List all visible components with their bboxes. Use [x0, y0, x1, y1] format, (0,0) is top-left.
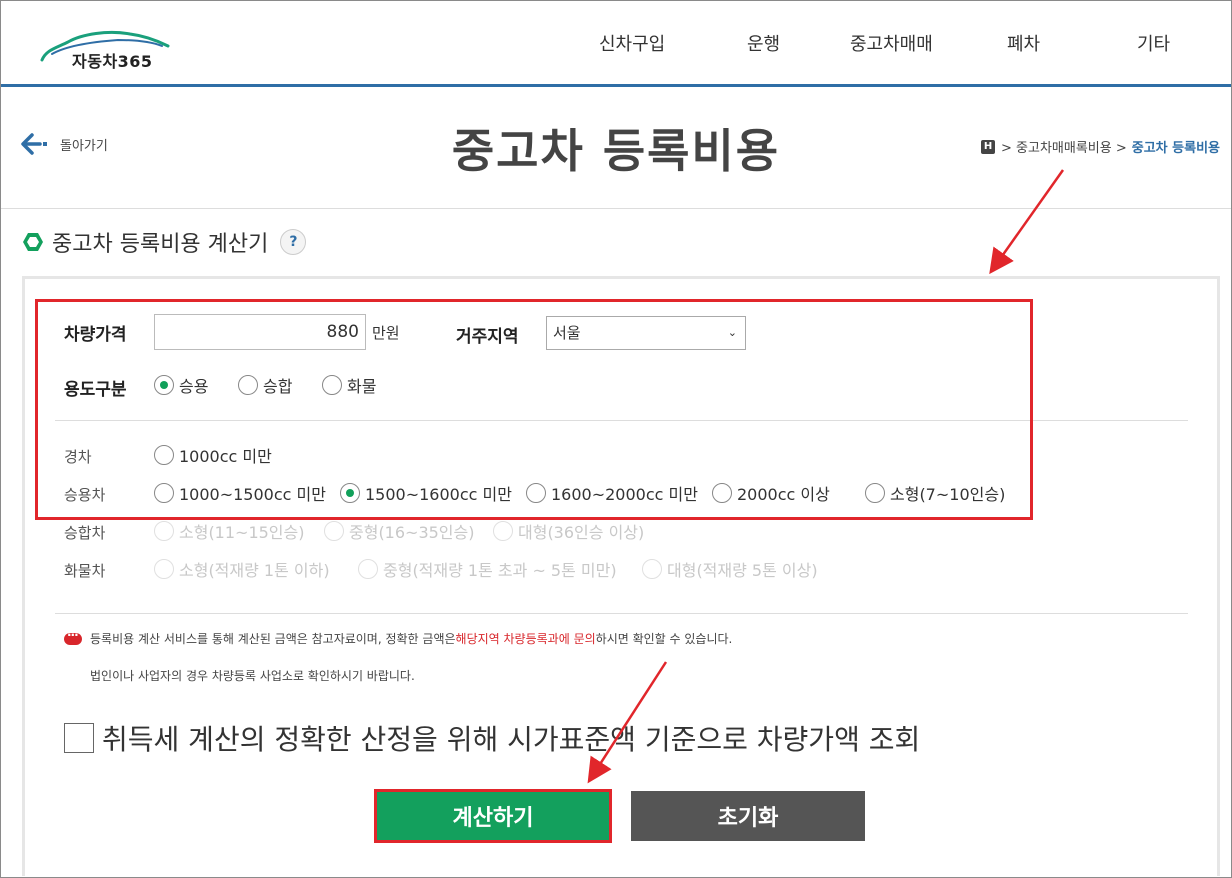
region-selected-value: 서울: [553, 324, 581, 342]
category-label-truck: 화물차: [64, 562, 106, 580]
standard-price-checkbox[interactable]: [64, 723, 94, 753]
nav-used-car[interactable]: 중고차매매: [850, 30, 933, 56]
divider: [55, 420, 1188, 421]
region-select[interactable]: 서울 ⌄: [546, 316, 746, 350]
radio-passenger-small-7-10[interactable]: 소형(7~10인승): [865, 481, 1005, 505]
radio-usage-passenger[interactable]: 승용: [154, 373, 208, 397]
nav-new-car[interactable]: 신차구입: [599, 30, 665, 56]
price-input[interactable]: [154, 314, 366, 350]
radio-usage-truck[interactable]: 화물: [322, 373, 376, 397]
radio-passenger-1500-1600[interactable]: 1500~1600cc 미만: [340, 481, 512, 505]
chevron-down-icon: ⌄: [727, 326, 737, 339]
radio-passenger-1600-2000[interactable]: 1600~2000cc 미만: [526, 481, 698, 505]
breadcrumb-current: 중고차 등록비용: [1131, 141, 1220, 156]
usage-label: 용도구분: [64, 380, 127, 400]
category-label-van: 승합차: [64, 524, 106, 542]
radio-van-medium[interactable]: 중형(16~35인승): [324, 519, 475, 543]
section-heading: 중고차 등록비용 계산기 ?: [22, 226, 307, 258]
radio-usage-van[interactable]: 승합: [238, 373, 292, 397]
nav-etc[interactable]: 기타: [1137, 30, 1170, 56]
standard-price-checkbox-label[interactable]: 취득세 계산의 정확한 산정을 위해 시가표준액 기준으로 차량가액 조회: [102, 718, 920, 758]
radio-light-1000[interactable]: 1000cc 미만: [154, 443, 272, 467]
notice-highlight: 해당지역 차량등록과에 문의: [455, 632, 596, 646]
standard-price-checkbox-row[interactable]: 취득세 계산의 정확한 산정을 위해 시가표준액 기준으로 차량가액 조회: [64, 718, 920, 758]
hexagon-bullet-icon: [23, 233, 43, 251]
breadcrumb: H > 중고차매매록비용 > 중고차 등록비용: [981, 137, 1220, 156]
price-label: 차량가격: [64, 325, 127, 345]
region-label: 거주지역: [456, 327, 519, 347]
radio-passenger-1000-1500[interactable]: 1000~1500cc 미만: [154, 481, 326, 505]
notice-line-1: 등록비용 계산 서비스를 통해 계산된 금액은 참고자료이며, 정확한 금액은 …: [64, 628, 732, 647]
speech-bubble-icon: [64, 628, 82, 645]
section-title: 중고차 등록비용 계산기: [52, 232, 269, 257]
calculate-button[interactable]: 계산하기: [376, 791, 610, 841]
radio-van-small[interactable]: 소형(11~15인승): [154, 519, 305, 543]
notice-line-2: 법인이나 사업자의 경우 차량등록 사업소로 확인하시기 바랍니다.: [90, 669, 415, 683]
category-label-passenger: 승용차: [64, 486, 106, 504]
radio-truck-small[interactable]: 소형(적재량 1톤 이하): [154, 557, 330, 581]
radio-van-large[interactable]: 대형(36인승 이상): [493, 519, 644, 543]
radio-truck-large[interactable]: 대형(적재량 5톤 이상): [642, 557, 818, 581]
logo-text: 자동차365: [72, 52, 153, 71]
help-button[interactable]: ?: [280, 229, 307, 255]
home-icon[interactable]: H: [981, 139, 996, 154]
radio-truck-medium[interactable]: 중형(적재량 1톤 초과 ~ 5톤 미만): [358, 557, 617, 581]
radio-passenger-2000-plus[interactable]: 2000cc 이상: [712, 481, 830, 505]
nav-driving[interactable]: 운행: [747, 30, 780, 56]
price-unit: 만원: [372, 324, 400, 342]
reset-button[interactable]: 초기화: [631, 791, 865, 841]
site-logo[interactable]: 자동차365: [38, 24, 178, 72]
site-header: 자동차365 신차구입 운행 중고차매매 폐차 기타: [0, 0, 1232, 87]
nav-scrap[interactable]: 폐차: [1007, 30, 1040, 56]
divider: [55, 613, 1188, 614]
breadcrumb-parent[interactable]: > 중고차매매록비용 >: [1001, 137, 1127, 156]
title-bar: 돌아가기 중고차 등록비용 H > 중고차매매록비용 > 중고차 등록비용: [0, 87, 1232, 209]
category-label-light: 경차: [64, 448, 92, 466]
